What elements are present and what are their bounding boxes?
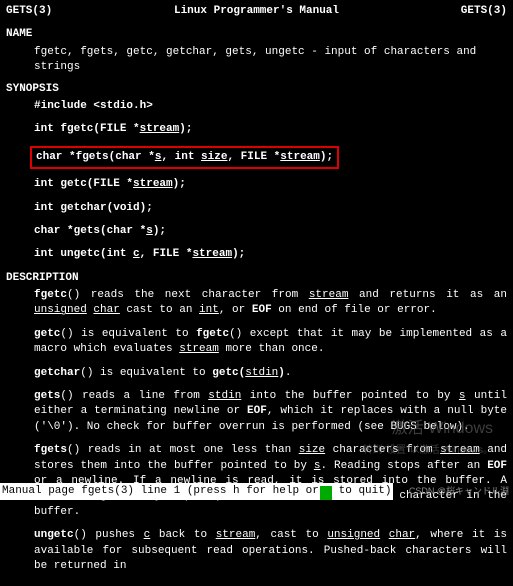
section-name: NAME bbox=[6, 27, 507, 42]
desc-getc: getc() is equivalent to fgetc() except t… bbox=[34, 327, 507, 358]
desc-getchar: getchar() is equivalent to getc(stdin). bbox=[34, 366, 507, 381]
ungetc-proto: int ungetc(int c, FILE *stream); bbox=[34, 247, 507, 262]
fgets-proto: char *fgets(char *s, int size, FILE *str… bbox=[34, 146, 507, 169]
gets-proto: char *gets(char *s); bbox=[34, 224, 507, 239]
section-synopsis: SYNOPSIS bbox=[6, 82, 507, 97]
desc-ungetc: ungetc() pushes c back to stream, cast t… bbox=[34, 528, 507, 574]
csdn-watermark: CSDN @桜キャンドル淵 bbox=[409, 485, 509, 498]
desc-gets: gets() reads a line from stdin into the … bbox=[34, 389, 507, 435]
fgetc-proto: int fgetc(FILE *stream); bbox=[34, 122, 507, 137]
header-left: GETS(3) bbox=[6, 4, 52, 19]
getc-proto: int getc(FILE *stream); bbox=[34, 177, 507, 192]
desc-fgetc: fgetc() reads the next character from st… bbox=[34, 288, 507, 319]
header-right: GETS(3) bbox=[461, 4, 507, 19]
header-center: Linux Programmer's Manual bbox=[174, 4, 339, 19]
cursor-block bbox=[320, 486, 332, 500]
highlight-box: char *fgets(char *s, int size, FILE *str… bbox=[30, 146, 339, 169]
getchar-proto: int getchar(void); bbox=[34, 201, 507, 216]
name-text: fgetc, fgets, getc, getchar, gets, unget… bbox=[34, 45, 507, 76]
include-line: #include <stdio.h> bbox=[34, 99, 507, 114]
status-bar[interactable]: Manual page fgets(3) line 1 (press h for… bbox=[0, 483, 393, 500]
section-description: DESCRIPTION bbox=[6, 271, 507, 286]
man-header: GETS(3) Linux Programmer's Manual GETS(3… bbox=[6, 4, 507, 19]
